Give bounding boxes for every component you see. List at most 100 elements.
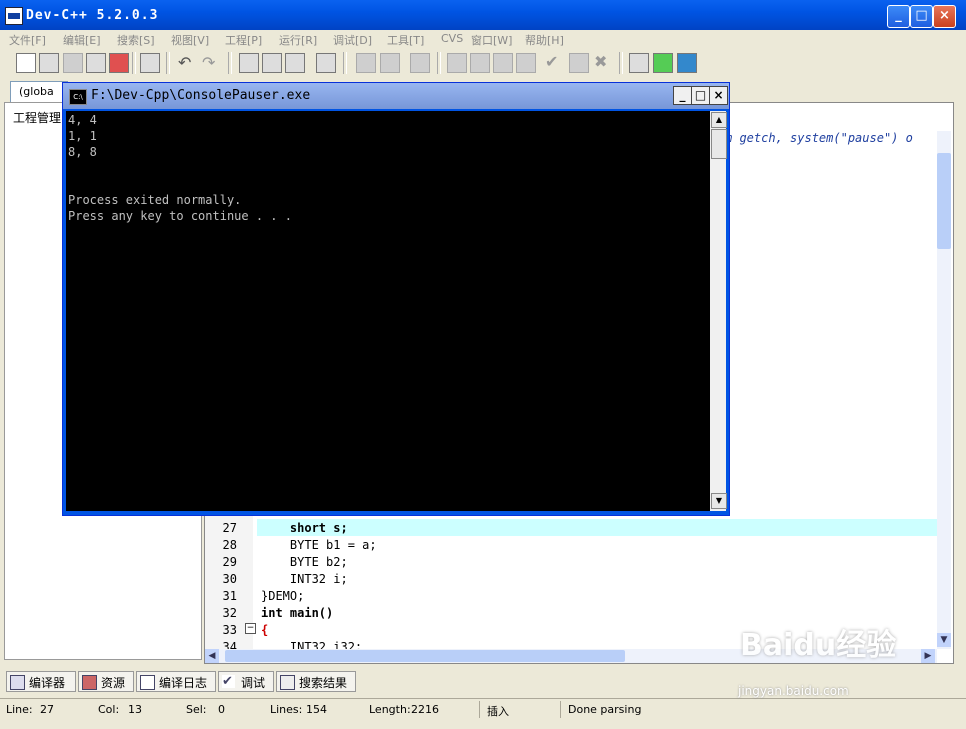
unindent-icon[interactable] [356, 53, 376, 73]
console-close-button[interactable]: × [709, 86, 728, 105]
line-number: 30 [222, 572, 237, 586]
status-divider [560, 701, 561, 718]
add-to-project-icon[interactable] [653, 53, 673, 73]
run-icon[interactable] [470, 53, 490, 73]
menu-debug[interactable]: 调试[D] [333, 32, 372, 48]
editor-vertical-scroll-thumb[interactable] [937, 153, 951, 249]
baidu-watermark-url: jingyan.baidu.com [738, 684, 849, 698]
editor-horizontal-scroll-thumb[interactable] [225, 650, 625, 662]
menu-window[interactable]: 窗口[W] [471, 32, 512, 48]
menu-help[interactable]: 帮助[H] [525, 32, 564, 48]
menu-bar: 文件[F] 编辑[E] 搜索[S] 视图[V] 工程[P] 运行[R] 调试[D… [0, 30, 966, 48]
status-insert-mode: 插入 [487, 705, 509, 718]
code-line: INT32 i; [261, 572, 348, 586]
compile-icon[interactable] [447, 53, 467, 73]
toolbar-separator [343, 52, 347, 74]
rebuild-icon[interactable] [516, 53, 536, 73]
find-next-icon[interactable] [285, 53, 305, 73]
toolbar-separator [619, 52, 623, 74]
tab-label: 编译日志 [159, 676, 208, 690]
redo-icon[interactable]: ↷ [202, 53, 215, 72]
line-number: 29 [222, 555, 237, 569]
baidu-watermark-logo: Baidu经验 [740, 628, 897, 663]
console-minimize-button[interactable]: _ [673, 86, 692, 105]
undo-icon[interactable]: ↶ [178, 53, 191, 72]
line-number: 28 [222, 538, 237, 552]
main-title-bar[interactable]: Dev-C++ 5.2.0.3 _ □ × [0, 0, 966, 30]
print-icon[interactable] [140, 53, 160, 73]
menu-edit[interactable]: 编辑[E] [63, 32, 101, 48]
project-manager-tab[interactable]: 工程管理 [13, 109, 61, 126]
console-scrollbar[interactable]: ▲ ▼ [710, 111, 727, 511]
status-bar: Line: 27 Col: 13 Sel: 0 Lines: 154 Lengt… [0, 698, 966, 721]
line-number: 32 [222, 606, 237, 620]
close-button[interactable]: × [933, 5, 956, 28]
check-icon[interactable]: ✔ [545, 52, 558, 71]
scroll-down-icon[interactable]: ▼ [937, 633, 951, 647]
stop-icon[interactable]: ✖ [594, 52, 607, 71]
console-scroll-thumb[interactable] [711, 129, 727, 159]
console-line: Press any key to continue . . . [68, 209, 292, 223]
new-project-icon[interactable] [629, 53, 649, 73]
save-all-icon[interactable] [86, 53, 106, 73]
menu-tools[interactable]: 工具[T] [387, 32, 424, 48]
scroll-right-icon[interactable]: ▶ [921, 649, 935, 663]
menu-run[interactable]: 运行[R] [279, 32, 317, 48]
devcpp-app-icon [5, 7, 23, 25]
replace-icon[interactable] [262, 53, 282, 73]
status-message: Done parsing [568, 703, 642, 716]
console-maximize-button[interactable]: □ [691, 86, 710, 105]
toolbar-separator [166, 52, 170, 74]
menu-file[interactable]: 文件[F] [9, 32, 46, 48]
menu-view[interactable]: 视图[V] [171, 32, 209, 48]
toolbar-separator [437, 52, 441, 74]
tab-compiler[interactable]: 编译器 [6, 671, 76, 692]
command-prompt-icon: C:\ [69, 89, 87, 105]
console-output[interactable]: 4, 4 1, 1 8, 8 Process exited normally. … [66, 111, 710, 511]
menu-project[interactable]: 工程[P] [225, 32, 262, 48]
goto-line-icon[interactable] [316, 53, 336, 73]
status-col-label: Col: [98, 703, 120, 716]
search-icon [280, 675, 295, 690]
tab-label: 资源 [101, 676, 126, 690]
console-line: 4, 4 [68, 113, 97, 127]
menu-cvs[interactable]: CVS [441, 32, 463, 45]
status-lines-value: 154 [306, 703, 327, 716]
bar-chart-icon [140, 675, 155, 690]
find-icon[interactable] [239, 53, 259, 73]
debug-icon[interactable] [569, 53, 589, 73]
compiler-grid-icon [10, 675, 25, 690]
toolbar-separator [132, 52, 136, 74]
tab-resources[interactable]: 资源 [78, 671, 134, 692]
indent-icon[interactable] [380, 53, 400, 73]
menu-search[interactable]: 搜索[S] [117, 32, 155, 48]
tab-compile-log[interactable]: 编译日志 [136, 671, 216, 692]
console-title-bar[interactable]: C:\ F:\Dev-Cpp\ConsolePauser.exe _ □ × [63, 83, 729, 109]
maximize-button[interactable]: □ [910, 5, 933, 28]
minimize-button[interactable]: _ [887, 5, 910, 28]
tab-label: 编译器 [29, 676, 66, 690]
resources-icon [82, 675, 97, 690]
console-scroll-down-icon[interactable]: ▼ [711, 493, 727, 509]
save-icon[interactable] [63, 53, 83, 73]
status-lines-label: Lines: [270, 703, 303, 716]
code-line: { [261, 623, 269, 637]
close-file-icon[interactable] [109, 53, 129, 73]
status-sel-value: 0 [218, 703, 225, 716]
console-line: Process exited normally. [68, 193, 242, 207]
scroll-left-icon[interactable]: ◀ [205, 649, 219, 663]
status-length-label: Length: [369, 703, 411, 716]
console-scroll-up-icon[interactable]: ▲ [711, 112, 727, 128]
tab-search-results[interactable]: 搜索结果 [276, 671, 356, 692]
toggle-comment-icon[interactable] [410, 53, 430, 73]
tab-debug[interactable]: ✔ 调试 [218, 671, 274, 692]
console-window[interactable]: C:\ F:\Dev-Cpp\ConsolePauser.exe _ □ × 4… [62, 82, 730, 516]
console-line: 8, 8 [68, 145, 97, 159]
new-file-icon[interactable] [16, 53, 36, 73]
class-browser-combo[interactable]: (globa [10, 81, 68, 103]
compile-run-icon[interactable] [493, 53, 513, 73]
fold-collapse-icon[interactable]: − [245, 623, 256, 634]
open-file-icon[interactable] [39, 53, 59, 73]
project-options-icon[interactable] [677, 53, 697, 73]
status-divider [479, 701, 480, 718]
